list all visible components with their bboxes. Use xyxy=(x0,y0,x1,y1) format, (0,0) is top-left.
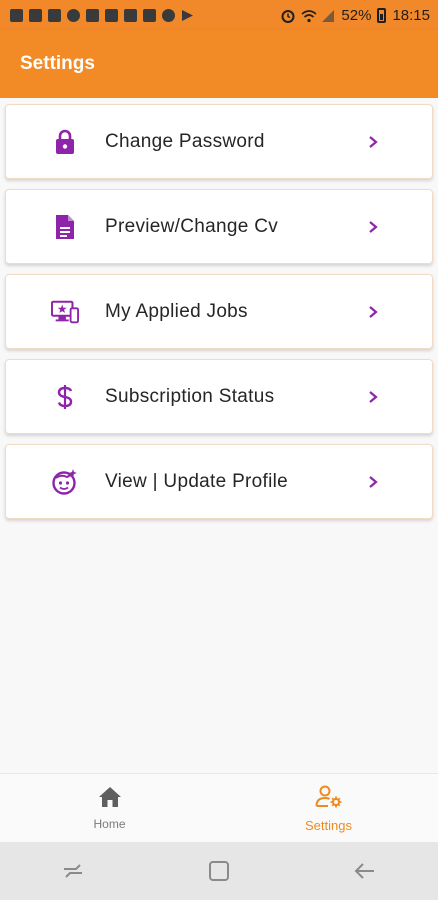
dot-icon xyxy=(162,8,175,22)
face-icon xyxy=(51,468,79,496)
alarm-icon xyxy=(281,9,295,23)
bottom-navigation: Home Settings xyxy=(0,773,438,842)
menu-item-view-update-profile[interactable]: View | Update Profile xyxy=(5,444,433,519)
menu-item-subscription-status[interactable]: Subscription Status xyxy=(5,359,433,434)
menu-item-label: View | Update Profile xyxy=(105,470,289,492)
clock: 18:15 xyxy=(392,6,430,24)
lock-icon xyxy=(51,128,79,156)
photo-icon xyxy=(143,8,156,22)
home-button[interactable] xyxy=(207,859,231,883)
facebook-icon xyxy=(48,8,61,22)
play-store-icon xyxy=(181,9,195,22)
system-navigation-bar xyxy=(0,842,438,900)
user-settings-icon xyxy=(315,785,343,814)
nav-item-home[interactable]: Home xyxy=(0,774,219,843)
menu-item-label: Preview/Change Cv xyxy=(105,215,279,237)
signal-icon xyxy=(321,9,335,22)
menu-item-label: Change Password xyxy=(105,130,265,152)
facebook-icon xyxy=(29,8,42,22)
document-icon xyxy=(51,213,79,241)
menu-item-label: Subscription Status xyxy=(105,385,275,407)
calendar-icon xyxy=(86,8,99,22)
menu-item-change-password[interactable]: Change Password xyxy=(5,104,433,179)
menu-item-my-applied-jobs[interactable]: My Applied Jobs xyxy=(5,274,433,349)
settings-list: Change Password Preview/Change Cv My App… xyxy=(0,98,438,773)
battery-icon xyxy=(377,7,387,23)
messenger-icon xyxy=(67,8,80,22)
shield-icon xyxy=(105,8,118,22)
nav-label-home: Home xyxy=(93,817,126,831)
system-indicators: 52% 18:15 xyxy=(281,7,430,24)
page-title: Settings xyxy=(20,53,95,74)
chevron-right-icon xyxy=(366,390,380,404)
back-button[interactable] xyxy=(353,859,377,883)
chevron-right-icon xyxy=(366,220,380,234)
nav-item-settings[interactable]: Settings xyxy=(219,774,438,843)
app-bar: Settings xyxy=(0,30,438,98)
chevron-right-icon xyxy=(366,135,380,149)
status-bar: 52% 18:15 xyxy=(0,0,438,30)
battery-percent: 52% xyxy=(341,6,372,24)
dollar-icon xyxy=(51,383,79,411)
image-icon xyxy=(124,8,137,22)
menu-item-preview-change-cv[interactable]: Preview/Change Cv xyxy=(5,189,433,264)
notification-icons xyxy=(10,8,195,22)
facebook-icon xyxy=(10,8,23,22)
recent-apps-button[interactable] xyxy=(61,859,85,883)
devices-star-icon xyxy=(51,298,79,326)
menu-item-label: My Applied Jobs xyxy=(105,300,248,322)
chevron-right-icon xyxy=(366,305,380,319)
chevron-right-icon xyxy=(366,475,380,489)
wifi-icon xyxy=(301,9,317,22)
home-icon xyxy=(98,786,122,813)
nav-label-settings: Settings xyxy=(305,817,352,833)
